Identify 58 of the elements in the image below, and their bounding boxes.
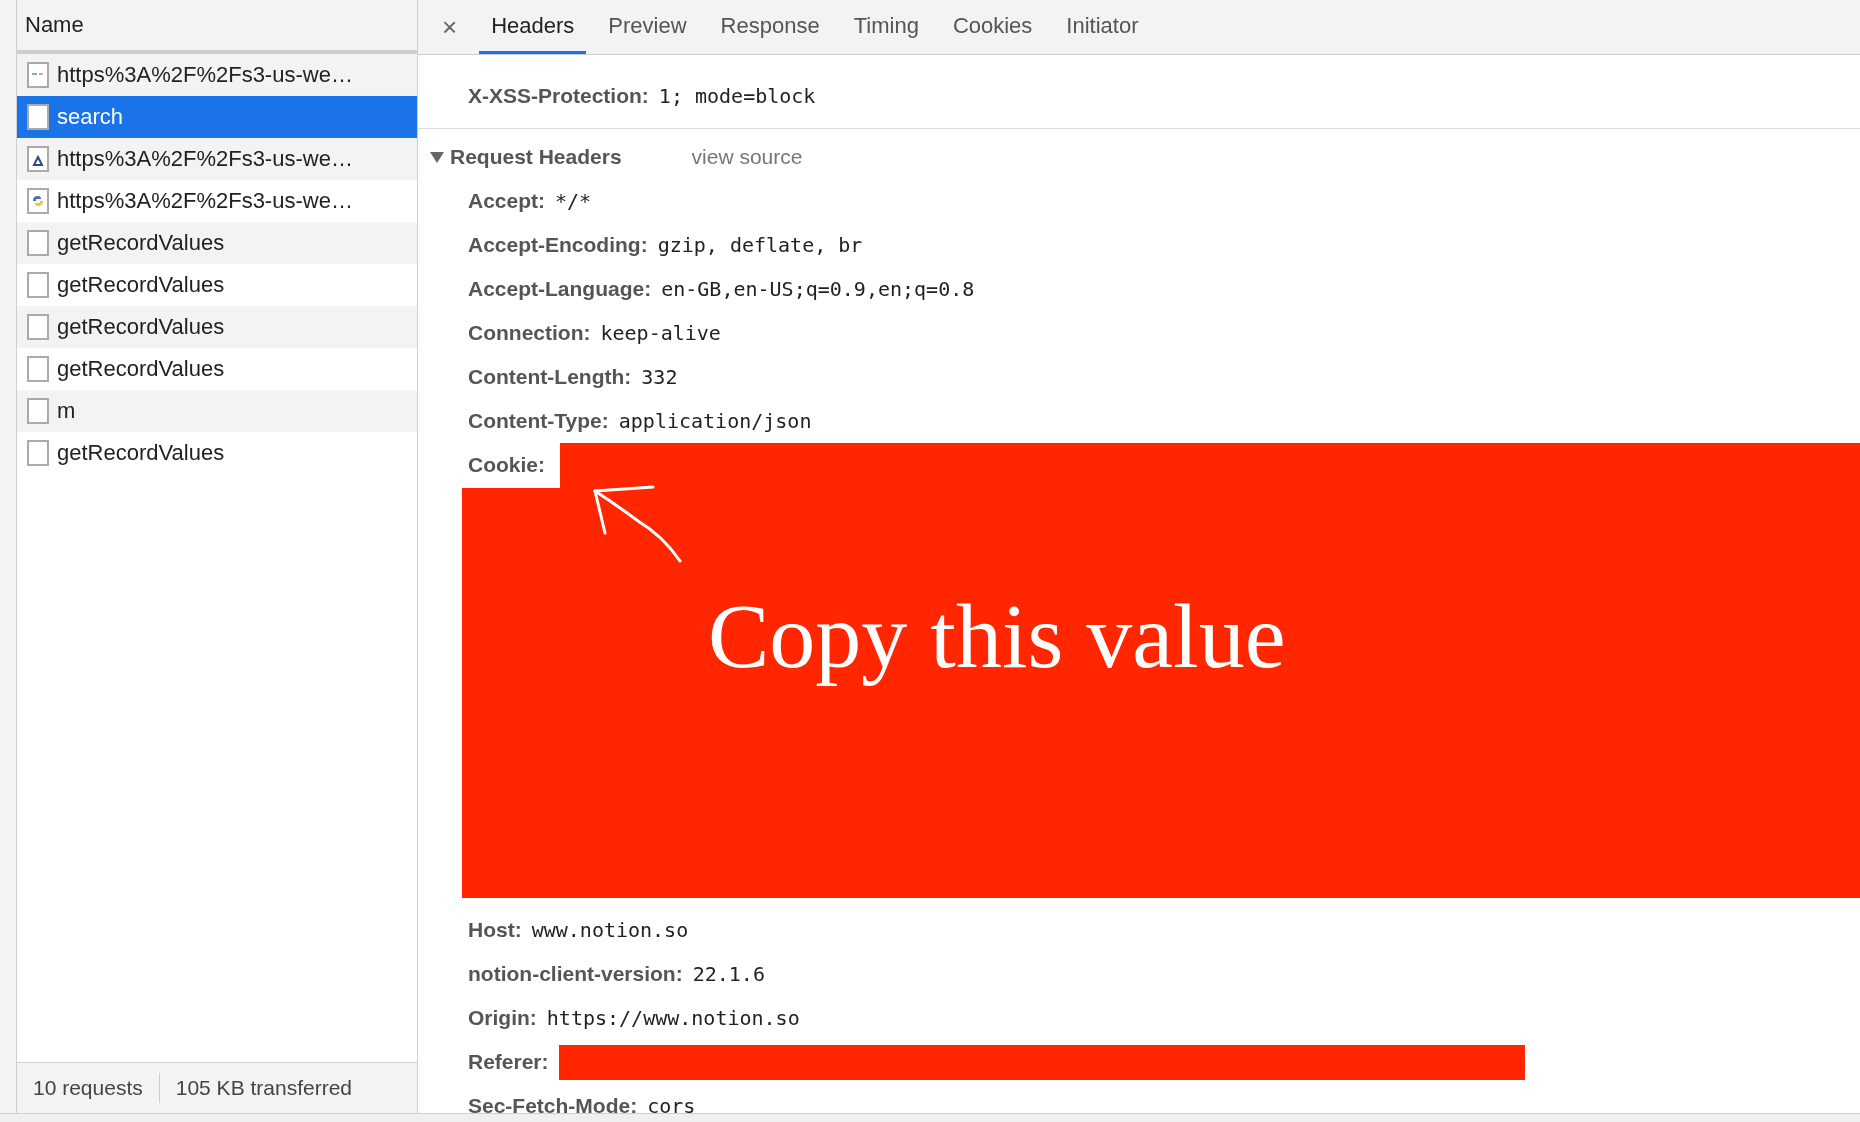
tab[interactable]: Cookies (940, 0, 1045, 54)
header-value: 1; mode=block (658, 84, 816, 108)
header-value: en-GB,en-US;q=0.9,en;q=0.8 (661, 277, 975, 301)
annotation-text: Copy this value (708, 584, 1286, 689)
header-name: Content-Length: (468, 365, 632, 389)
request-row[interactable]: getRecordValues (17, 222, 417, 264)
file-icon (27, 356, 49, 382)
image-file-icon (27, 62, 49, 88)
snake-file-icon (27, 188, 49, 214)
request-row[interactable]: getRecordValues (17, 432, 417, 474)
header-name: X-XSS-Protection: (468, 84, 649, 108)
request-row[interactable]: getRecordValues (17, 306, 417, 348)
tab[interactable]: Initiator (1054, 0, 1151, 54)
request-row[interactable]: https%3A%2F%2Fs3-us-we… (17, 138, 417, 180)
transferred-size: 105 KB transferred (174, 1076, 353, 1100)
request-row[interactable]: https%3A%2F%2Fs3-us-we… (17, 180, 417, 222)
tab[interactable]: Preview (596, 0, 699, 54)
request-row[interactable]: search (17, 96, 417, 138)
header-name: Connection: (468, 321, 591, 345)
request-row[interactable]: https%3A%2F%2Fs3-us-we… (17, 54, 417, 96)
file-icon (27, 314, 49, 340)
request-row[interactable]: getRecordValues (17, 348, 417, 390)
tab[interactable]: Headers (479, 0, 587, 54)
header-value: 332 (641, 365, 678, 389)
header-value: cors (647, 1094, 696, 1113)
header-name: Origin: (468, 1006, 537, 1030)
header-value: application/json (618, 409, 812, 433)
header-name: notion-client-version: (468, 962, 683, 986)
request-row[interactable]: m (17, 390, 417, 432)
request-count: 10 requests (32, 1076, 144, 1100)
header-name: Referer: (468, 1050, 549, 1074)
header-name: Accept: (468, 189, 546, 213)
column-header[interactable]: Name (25, 12, 84, 38)
header-name: Accept-Encoding: (468, 233, 648, 257)
header-name: Cookie: (468, 453, 545, 477)
header-value: 22.1.6 (692, 962, 765, 986)
header-name: Sec-Fetch-Mode: (468, 1094, 638, 1113)
header-name: Host: (468, 918, 522, 942)
header-value: */* (555, 189, 592, 213)
close-button[interactable]: × (430, 0, 470, 54)
header-name: Accept-Language: (468, 277, 652, 301)
file-icon (27, 440, 49, 466)
header-value: https://www.notion.so (546, 1006, 800, 1030)
file-icon (27, 230, 49, 256)
file-icon (27, 104, 49, 130)
header-value: keep-alive (600, 321, 721, 345)
triangle-file-icon (27, 146, 49, 172)
caret-icon (430, 151, 444, 163)
view-source-link[interactable]: view source (691, 145, 803, 169)
file-icon (27, 398, 49, 424)
header-name: Content-Type: (468, 409, 609, 433)
file-icon (27, 272, 49, 298)
tab[interactable]: Timing (841, 0, 931, 54)
section-toggle[interactable]: Request Headers (430, 145, 622, 169)
request-row[interactable]: getRecordValues (17, 264, 417, 306)
header-value: gzip, deflate, br (657, 233, 863, 257)
tab[interactable]: Response (708, 0, 832, 54)
header-value: www.notion.so (531, 918, 689, 942)
